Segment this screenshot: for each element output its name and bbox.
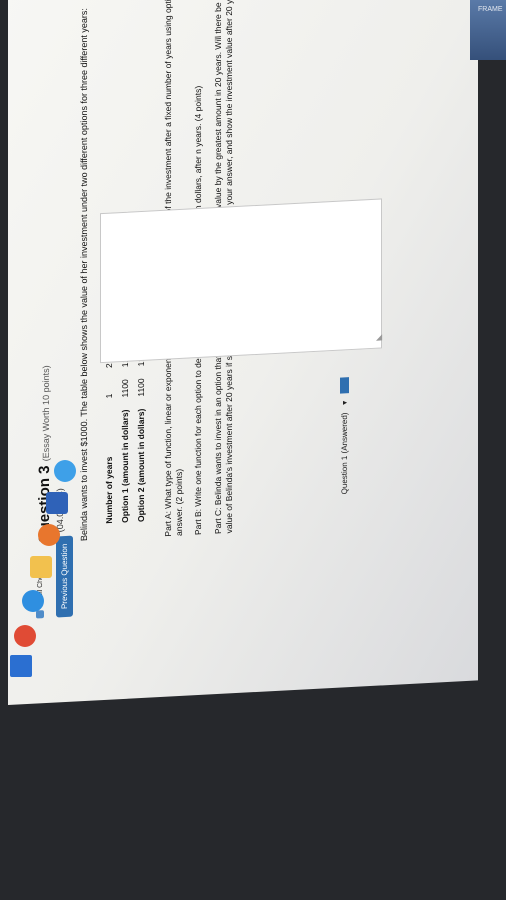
window-label: FRAME [478, 6, 503, 13]
previous-question-label: Previous Question [60, 543, 69, 610]
table-row-label: Option 2 (amount in dollars) [136, 408, 146, 523]
previous-question-button[interactable]: Previous Question [56, 535, 73, 618]
question-intro: Belinda wants to invest $1000. The table… [79, 7, 89, 542]
laptop-screen: Question 3 (Essay Worth 10 points) (04.0… [8, 0, 478, 705]
chrome-icon[interactable] [14, 625, 36, 647]
table-cell: 1100 [120, 378, 130, 398]
table-header-label: Number of years [104, 456, 114, 524]
ie-icon[interactable] [54, 460, 76, 482]
edge-icon[interactable] [22, 590, 44, 612]
spell-check-icon [36, 610, 44, 619]
chevron-down-icon: ▼ [342, 399, 349, 407]
office-icon[interactable] [46, 492, 68, 514]
taskbar [0, 0, 76, 900]
question-select[interactable]: Question 1 (Answered) ▼ [340, 376, 350, 495]
bottom-controls: Spell Check Previous Question [36, 417, 73, 619]
question-select-label: Question 1 (Answered) [340, 412, 349, 495]
resize-handle-icon[interactable]: ◢ [376, 332, 382, 341]
table-row-label: Option 1 (amount in dollars) [120, 409, 130, 524]
table-cell: 1100 [136, 378, 146, 397]
windows-start-icon[interactable] [10, 655, 32, 677]
file-explorer-icon[interactable] [30, 556, 52, 578]
spell-check-button[interactable]: Spell Check [36, 418, 44, 619]
table-year-cell: 1 [104, 393, 114, 399]
go-button[interactable] [340, 376, 350, 394]
essay-answer-box[interactable] [100, 198, 382, 364]
firefox-icon[interactable] [38, 524, 60, 546]
